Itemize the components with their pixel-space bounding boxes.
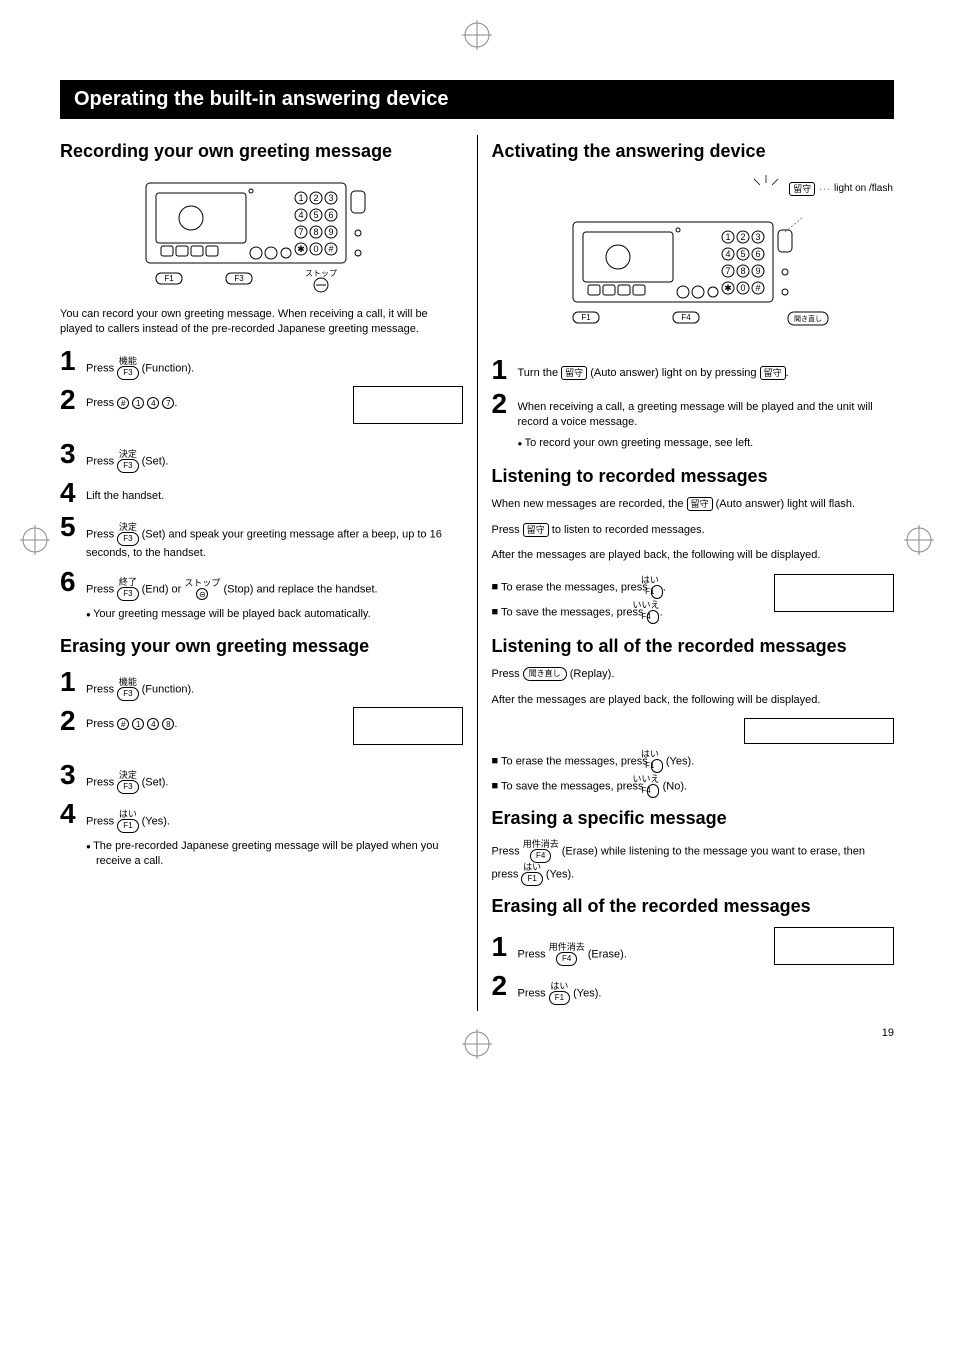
rusu-button-icon: 留守 (789, 182, 815, 196)
step-1: 1 Press 機能F3 (Function). (60, 347, 463, 380)
display-box (774, 574, 894, 612)
step-2: 2 Press # 1 4 7. (60, 386, 463, 414)
heading-erasing-greeting: Erasing your own greeting message (60, 636, 463, 658)
svg-text:聞き直し: 聞き直し (794, 314, 822, 323)
light-rays-icon (746, 173, 786, 203)
listening-p3: After the messages are played back, the … (492, 548, 895, 563)
erase-step-2: 2 Press # 1 4 8. (60, 707, 463, 735)
step-6: 6 Press 終了F3 (End) or ストップ⊖ (Stop) and r… (60, 568, 463, 601)
svg-text:4: 4 (725, 249, 730, 259)
svg-text:F1: F1 (165, 274, 175, 283)
svg-text:#: # (755, 283, 760, 293)
display-box (774, 927, 894, 965)
svg-text:9: 9 (755, 266, 760, 276)
svg-text:7: 7 (725, 266, 730, 276)
svg-text:0: 0 (314, 244, 319, 254)
listening-p1: When new messages are recorded, the 留守 (… (492, 497, 895, 512)
step-6-note: Your greeting message will be played bac… (86, 607, 463, 622)
activate-step-2: 2 When receiving a call, a greeting mess… (492, 390, 895, 431)
heading-erasing-all: Erasing all of the recorded messages (492, 896, 895, 918)
display-box (353, 386, 463, 424)
svg-text:6: 6 (755, 249, 760, 259)
device-illustration: 1 2 3 4 5 6 7 8 9 ✱ 0 # F1 F4 聞き直し (543, 212, 843, 342)
svg-text:9: 9 (329, 227, 334, 237)
svg-text:2: 2 (740, 232, 745, 242)
listenall-p2: After the messages are played back, the … (492, 693, 895, 708)
listening-bullet-save: To save the messages, press いいえF4. (492, 601, 767, 624)
svg-text:8: 8 (314, 227, 319, 237)
svg-text:5: 5 (314, 210, 319, 220)
heading-erasing-specific: Erasing a specific message (492, 808, 895, 830)
svg-text:1: 1 (725, 232, 730, 242)
listening-bullet-erase: To erase the messages, press はいF1. (492, 576, 767, 599)
heading-listening: Listening to recorded messages (492, 466, 895, 488)
rusu-button-icon: 留守 (561, 366, 587, 380)
rusu-button-icon: 留守 (687, 497, 713, 511)
listening-p2: Press 留守 to listen to recorded messages. (492, 523, 895, 538)
svg-text:3: 3 (329, 193, 334, 203)
light-on-label: light on /flash (834, 183, 894, 195)
svg-text:1: 1 (299, 193, 304, 203)
crop-mark-left (20, 525, 50, 555)
heading-activating: Activating the answering device (492, 141, 895, 163)
erase-step-4: 4 Press はいF1 (Yes). (60, 800, 463, 833)
activate-step-1: 1 Turn the 留守 (Auto answer) light on by … (492, 356, 895, 384)
svg-text:2: 2 (314, 193, 319, 203)
stop-icon: ⊖ (196, 588, 208, 600)
crop-mark-right (904, 525, 934, 555)
rusu-button-icon: 留守 (523, 523, 549, 537)
svg-text:8: 8 (740, 266, 745, 276)
eraseall-step-1: 1 Press 用件消去F4 (Erase). (492, 933, 767, 966)
device-illustration: 1 2 3 4 5 6 7 8 9 ✱ 0 # F1 F3 ストップ (136, 173, 386, 293)
svg-text:3: 3 (755, 232, 760, 242)
crop-mark-top (462, 20, 492, 50)
heading-recording-greeting: Recording your own greeting message (60, 141, 463, 163)
svg-text:#: # (329, 244, 334, 254)
listenall-p1: Press 聞き直し (Replay). (492, 667, 895, 682)
svg-text:F3: F3 (235, 274, 245, 283)
svg-text:7: 7 (299, 227, 304, 237)
step-5: 5 Press 決定F3 (Set) and speak your greeti… (60, 513, 463, 561)
heading-listening-all: Listening to all of the recorded message… (492, 636, 895, 658)
svg-text:✱: ✱ (724, 283, 732, 293)
svg-text:5: 5 (740, 249, 745, 259)
svg-text:F1: F1 (581, 313, 591, 322)
display-box (744, 718, 894, 744)
erase-step-3: 3 Press 決定F3 (Set). (60, 761, 463, 794)
listenall-bullet-erase: To erase the messages, press はいF1 (Yes). (492, 750, 895, 773)
erase-step-1: 1 Press 機能F3 (Function). (60, 668, 463, 701)
erase-step-4-note: The pre-recorded Japanese greeting messa… (86, 839, 463, 870)
page-title: Operating the built-in answering device (60, 80, 894, 119)
replay-button-icon: 聞き直し (523, 667, 567, 681)
svg-text:0: 0 (740, 283, 745, 293)
svg-text:6: 6 (329, 210, 334, 220)
activate-step-2-note: To record your own greeting message, see… (518, 436, 895, 451)
step-3: 3 Press 決定F3 (Set). (60, 440, 463, 473)
listenall-bullet-save: To save the messages, press いいえF4 (No). (492, 775, 895, 798)
erase-specific-text: Press 用件消去F4 (Erase) while listening to … (492, 840, 895, 886)
svg-text:ストップ: ストップ (305, 269, 337, 278)
svg-text:F4: F4 (681, 313, 691, 322)
svg-text:4: 4 (299, 210, 304, 220)
intro-text: You can record your own greeting message… (60, 307, 463, 338)
eraseall-step-2: 2 Press はいF1 (Yes). (492, 972, 767, 1005)
crop-mark-bottom (462, 1029, 492, 1059)
rusu-button-icon: 留守 (760, 366, 786, 380)
display-box (353, 707, 463, 745)
svg-text:✱: ✱ (297, 244, 305, 254)
step-4: 4 Lift the handset. (60, 479, 463, 507)
